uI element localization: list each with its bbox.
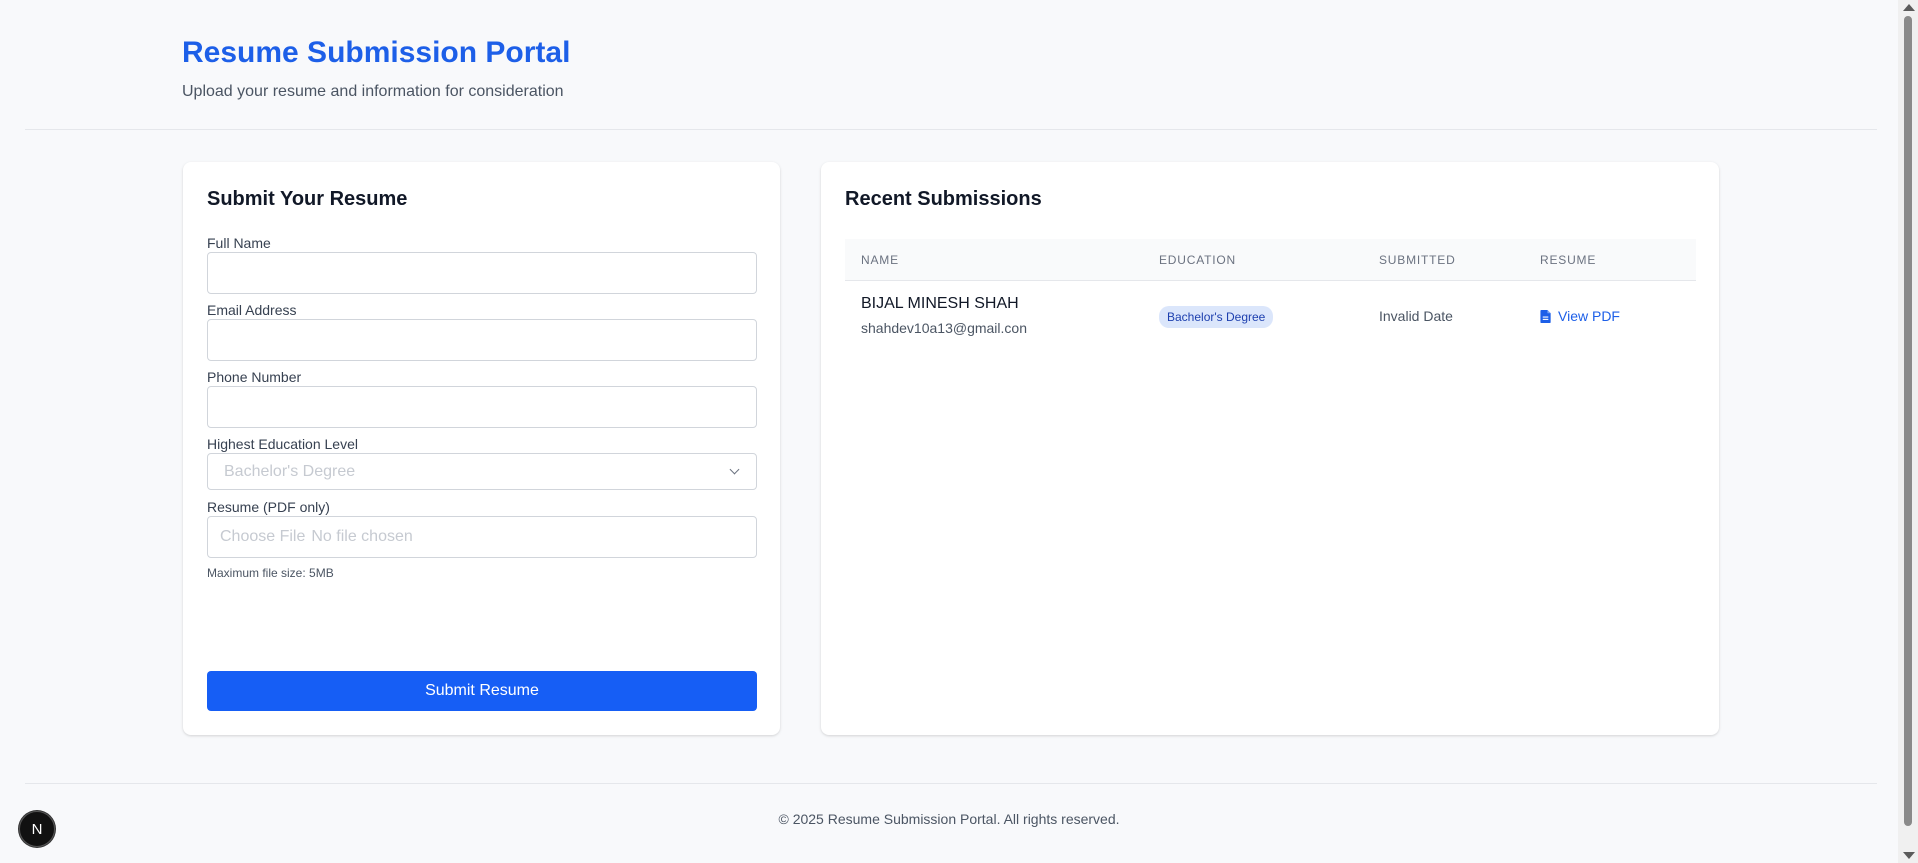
recent-submissions-card: Recent Submissions NAME EDUCATION SUBMIT… — [821, 162, 1719, 735]
resume-label: Resume (PDF only) — [207, 499, 330, 515]
page-header: Resume Submission Portal Upload your res… — [0, 0, 1898, 130]
applicant-email: shahdev10a13@gmail.con — [861, 320, 1027, 336]
file-status: No file chosen — [311, 528, 413, 545]
education-badge: Bachelor's Degree — [1159, 306, 1274, 328]
submit-form-card: Submit Your Resume Full Name Email Addre… — [183, 162, 780, 735]
scroll-up-arrow-icon[interactable] — [1903, 4, 1915, 11]
nextjs-logo-icon[interactable]: N — [19, 811, 55, 847]
email-label: Email Address — [207, 302, 297, 318]
footer-divider — [25, 783, 1877, 784]
submitted-date: Invalid Date — [1379, 308, 1453, 324]
document-icon — [1540, 309, 1551, 323]
scrollbar-thumb[interactable] — [1904, 16, 1912, 826]
header-divider — [25, 129, 1877, 130]
table-header: NAME EDUCATION SUBMITTED RESUME — [845, 239, 1696, 281]
email-input[interactable] — [207, 319, 757, 361]
view-pdf-label: View PDF — [1558, 308, 1620, 324]
file-size-hint: Maximum file size: 5MB — [207, 566, 334, 580]
phone-input[interactable] — [207, 386, 757, 428]
page-subtitle: Upload your resume and information for c… — [182, 83, 564, 100]
phone-label: Phone Number — [207, 369, 302, 385]
full-name-label: Full Name — [207, 235, 271, 251]
column-header-name: NAME — [861, 253, 899, 267]
page-title: Resume Submission Portal — [182, 36, 571, 69]
submit-resume-button[interactable]: Submit Resume — [207, 671, 757, 711]
footer-copyright: © 2025 Resume Submission Portal. All rig… — [778, 811, 1120, 827]
submissions-table: NAME EDUCATION SUBMITTED RESUME BIJAL MI… — [845, 239, 1696, 351]
column-header-education: EDUCATION — [1159, 253, 1236, 267]
form-title: Submit Your Resume — [207, 188, 408, 210]
column-header-submitted: SUBMITTED — [1379, 253, 1456, 267]
education-select[interactable]: Bachelor's Degree — [207, 453, 757, 490]
view-pdf-link[interactable]: View PDF — [1540, 308, 1620, 324]
dev-badge-letter: N — [31, 820, 43, 838]
choose-file-button[interactable]: Choose File — [220, 528, 305, 546]
applicant-name: BIJAL MINESH SHAH — [861, 295, 1019, 312]
resume-file-input[interactable]: Choose File No file chosen — [207, 516, 757, 558]
scroll-down-arrow-icon[interactable] — [1903, 852, 1915, 859]
submissions-title: Recent Submissions — [845, 188, 1042, 210]
vertical-scrollbar[interactable] — [1898, 0, 1918, 863]
column-header-resume: RESUME — [1540, 253, 1597, 267]
education-selected-value: Bachelor's Degree — [224, 462, 356, 480]
education-label: Highest Education Level — [207, 436, 358, 452]
chevron-down-icon — [729, 464, 740, 475]
full-name-input[interactable] — [207, 252, 757, 294]
table-row: BIJAL MINESH SHAH shahdev10a13@gmail.con… — [845, 281, 1696, 351]
